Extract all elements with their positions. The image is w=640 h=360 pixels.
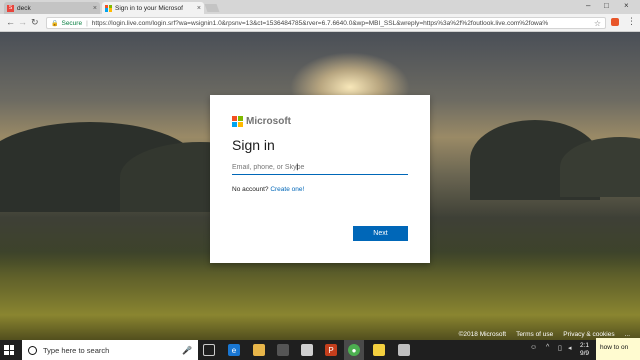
volume-icon[interactable]: ◂ [568,344,572,352]
tab-deck[interactable]: S deck × [4,2,100,14]
microsoft-logo-icon [232,116,243,127]
extension-icon[interactable] [611,18,619,26]
close-icon[interactable]: × [93,5,97,12]
page-title: Sign in [232,137,275,153]
menu-icon[interactable]: ⋮ [627,16,636,27]
mail-icon[interactable] [301,344,313,356]
slides-icon: S [7,4,14,12]
search-placeholder: Type here to search [43,345,110,355]
microsoft-icon [105,4,112,12]
taskbar: Type here to search 🎤 e P ● ☺ ^ ▯ ◂ 2:1 … [0,340,640,360]
microphone-icon[interactable]: 🎤 [182,346,192,355]
tab-label: Sign in to your Microsof [115,4,183,12]
tab-bar: S deck × Sign in to your Microsof × – □ … [0,0,640,14]
secure-label: Secure [61,19,83,27]
clock-time: 2:1 [580,342,590,349]
sticky-notes-icon[interactable] [373,344,385,356]
create-account-link[interactable]: Create one! [270,186,304,193]
tab-label: deck [17,4,31,12]
notification-popup[interactable]: how to on [596,338,640,360]
clock-date: 9/9 [580,350,590,357]
search-icon [28,345,37,355]
task-view-icon[interactable] [203,344,215,356]
copyright-text: ©2018 Microsoft [458,331,507,338]
privacy-link[interactable]: Privacy & cookies [563,331,614,338]
close-icon[interactable]: × [197,5,201,12]
email-field[interactable] [232,161,408,175]
bookmark-star-icon[interactable]: ☆ [594,19,601,28]
text-cursor-icon: I [296,162,299,172]
reload-icon[interactable]: ↻ [31,17,39,28]
taskbar-search[interactable]: Type here to search 🎤 [22,340,198,360]
minimize-icon[interactable]: – [586,1,590,10]
microsoft-logo: Microsoft [232,116,291,127]
no-account-text: No account? Create one! [232,186,304,193]
brand-name: Microsoft [246,116,291,127]
url-field[interactable]: 🔒 Secure | https://login.live.com/login.… [46,17,606,29]
next-button[interactable]: Next [353,226,408,241]
lock-icon: 🔒 [51,20,59,27]
forward-icon[interactable]: → [18,17,27,27]
address-bar: ← → ↻ 🔒 Secure | https://login.live.com/… [0,14,640,32]
more-options-link[interactable]: ... [625,331,630,338]
windows-start-icon[interactable] [4,345,14,355]
maximize-icon[interactable]: □ [604,1,609,10]
file-explorer-icon[interactable] [253,344,265,356]
divider: | [86,19,88,27]
close-window-icon[interactable]: × [624,1,629,10]
no-account-label: No account? [232,186,269,193]
clock[interactable]: 2:1 9/9 [580,342,589,358]
snipping-tool-icon[interactable] [398,344,410,356]
show-hidden-icons-icon[interactable]: ^ [546,344,549,351]
back-icon[interactable]: ← [6,17,15,27]
page-footer: ©2018 Microsoft Terms of use Privacy & c… [459,331,630,338]
powerpoint-icon[interactable]: P [325,344,337,356]
grass [0,252,640,342]
network-icon[interactable]: ▯ [558,344,562,352]
url-text: https://login.live.com/login.srf?wa=wsig… [91,19,549,27]
people-icon[interactable]: ☺ [530,344,537,351]
terms-link[interactable]: Terms of use [516,331,553,338]
sign-in-card: Microsoft Sign in I No account? Create o… [210,95,430,263]
tab-sign-in[interactable]: Sign in to your Microsof × [102,2,204,14]
store-icon[interactable] [277,344,289,356]
new-tab-button[interactable] [204,4,220,12]
chrome-icon[interactable]: ● [348,344,360,356]
edge-icon[interactable]: e [228,344,240,356]
